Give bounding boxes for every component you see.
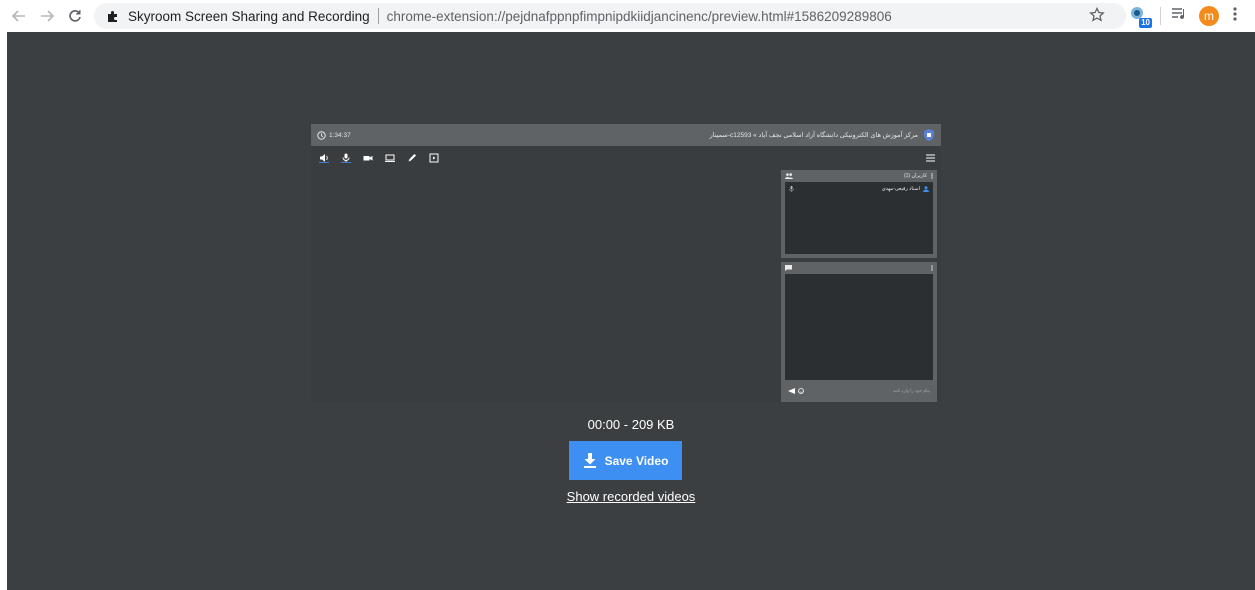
preview-toolbar [319, 153, 439, 163]
menu-icon[interactable] [926, 154, 935, 162]
address-separator [377, 8, 379, 24]
download-icon [583, 453, 596, 468]
screen-share-icon[interactable] [385, 153, 395, 163]
back-icon[interactable] [8, 5, 30, 27]
pen-icon[interactable] [407, 153, 417, 163]
chat-panel-kebab-icon[interactable] [931, 265, 933, 271]
session-timer: 1:34:37 [317, 130, 351, 140]
microphone-icon[interactable] [341, 153, 351, 163]
university-logo-icon [924, 129, 934, 141]
chat-messages [785, 274, 933, 380]
preview-page: 1:34:37 مرکز آموزش های الکترونیکی دانشگا… [7, 32, 1255, 590]
users-count-label: کاربران (1) [903, 173, 927, 179]
extension-icon[interactable]: 10 [1128, 5, 1152, 28]
clock-icon [317, 130, 326, 140]
users-panel-kebab-icon[interactable] [931, 173, 933, 179]
reload-icon[interactable] [64, 5, 86, 27]
puzzle-icon [106, 9, 120, 23]
url-text: chrome-extension://pejdnafppnpfimpnipdki… [386, 8, 892, 24]
tab-title: Skyroom Screen Sharing and Recording [128, 8, 370, 24]
toolbar-separator [1160, 7, 1161, 25]
speaker-icon[interactable] [319, 153, 329, 163]
room-title-text: مرکز آموزش های الکترونیکی دانشگاه آزاد ا… [709, 132, 918, 139]
chat-placeholder: پیام خود را وارد کنید [892, 388, 930, 393]
kebab-icon[interactable] [1233, 6, 1237, 26]
address-bar[interactable]: Skyroom Screen Sharing and Recording chr… [94, 3, 1126, 29]
preview-header: 1:34:37 مرکز آموزش های الکترونیکی دانشگا… [311, 124, 941, 146]
save-video-button[interactable]: Save Video [569, 441, 682, 480]
recording-status: 00:00 - 209 KB [587, 417, 675, 432]
chat-actions [788, 388, 804, 394]
send-icon[interactable] [788, 388, 795, 394]
camera-icon[interactable] [363, 153, 373, 163]
chat-panel-header [781, 262, 937, 274]
chat-icon [785, 265, 792, 271]
users-icon [785, 173, 793, 179]
user-icon [923, 186, 929, 192]
emoji-icon[interactable] [798, 388, 804, 394]
users-panel-header: کاربران (1) [781, 170, 937, 182]
show-recorded-videos-link[interactable]: Show recorded videos [7, 489, 1255, 504]
users-list: استاد رفیعی-مهدی [785, 182, 933, 254]
user-name: استاد رفیعی-مهدی [881, 186, 920, 192]
room-title: مرکز آموزش های الکترونیکی دانشگاه آزاد ا… [710, 128, 935, 142]
extension-badge-count: 10 [1139, 18, 1152, 28]
forward-icon[interactable] [36, 5, 58, 27]
user-mic-icon [789, 186, 794, 192]
media-queue-icon[interactable] [1171, 7, 1187, 26]
present-icon[interactable] [429, 153, 439, 163]
avatar[interactable]: m [1199, 6, 1219, 26]
chat-input[interactable]: پیام خود را وارد کنید [785, 384, 933, 398]
users-panel: کاربران (1) استاد رفیعی-مهدی [781, 170, 937, 258]
save-video-label: Save Video [604, 453, 669, 468]
list-item[interactable]: استاد رفیعی-مهدی [785, 182, 933, 196]
star-icon[interactable] [1089, 6, 1107, 25]
browser-toolbar: Skyroom Screen Sharing and Recording chr… [0, 0, 1255, 32]
extensions-area: 10 m [1128, 4, 1237, 28]
video-preview[interactable]: 1:34:37 مرکز آموزش های الکترونیکی دانشگا… [311, 124, 941, 402]
chat-panel: پیام خود را وارد کنید [781, 262, 937, 402]
timer-text: 1:34:37 [329, 131, 351, 139]
